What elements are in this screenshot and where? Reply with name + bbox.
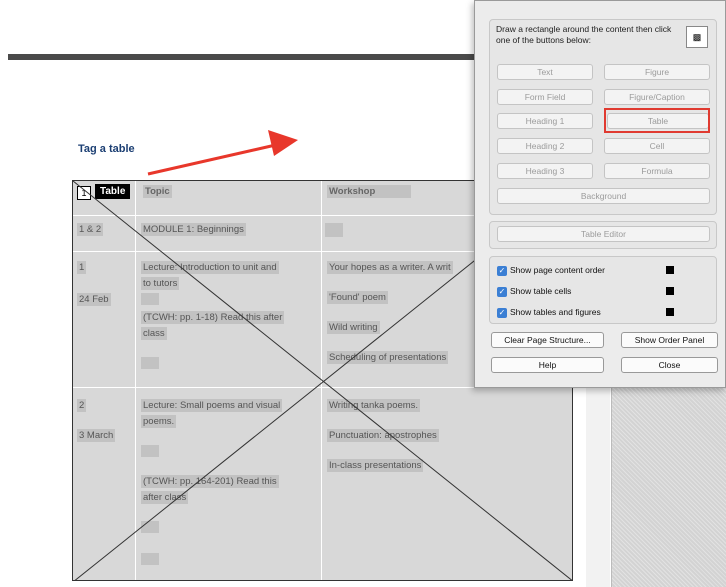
heading-3-button[interactable]: Heading 3 <box>497 163 593 179</box>
checkbox-checked-icon[interactable]: ✓ <box>497 265 507 276</box>
draw-rectangle-icon[interactable]: ▩ <box>686 26 708 48</box>
figure-button[interactable]: Figure <box>604 64 710 80</box>
cell-button[interactable]: Cell <box>604 138 710 154</box>
table-button-highlight <box>604 108 710 133</box>
figures-color-swatch[interactable] <box>666 308 674 316</box>
heading-1-button[interactable]: Heading 1 <box>497 113 593 129</box>
background-button[interactable]: Background <box>497 188 710 204</box>
text-button[interactable]: Text <box>497 64 593 80</box>
heading-2-button[interactable]: Heading 2 <box>497 138 593 154</box>
checkbox-checked-icon[interactable]: ✓ <box>497 286 507 297</box>
show-page-content-order-option[interactable]: ✓ Show page content order <box>497 263 605 277</box>
form-field-button[interactable]: Form Field <box>497 89 593 105</box>
show-table-cells-option[interactable]: ✓ Show table cells <box>497 284 571 298</box>
show-order-panel-button[interactable]: Show Order Panel <box>621 332 718 348</box>
figure-caption-button[interactable]: Figure/Caption <box>604 89 710 105</box>
help-button[interactable]: Help <box>491 357 604 373</box>
checkbox-checked-icon[interactable]: ✓ <box>497 307 507 318</box>
order-color-swatch[interactable] <box>666 266 674 274</box>
show-tables-and-figures-option[interactable]: ✓ Show tables and figures <box>497 305 601 319</box>
clear-page-structure-button[interactable]: Clear Page Structure... <box>491 332 604 348</box>
table-editor-button[interactable]: Table Editor <box>497 226 710 242</box>
close-button[interactable]: Close <box>621 357 718 373</box>
panel-instructions: Draw a rectangle around the content then… <box>496 24 672 45</box>
cells-color-swatch[interactable] <box>666 287 674 295</box>
formula-button[interactable]: Formula <box>604 163 710 179</box>
